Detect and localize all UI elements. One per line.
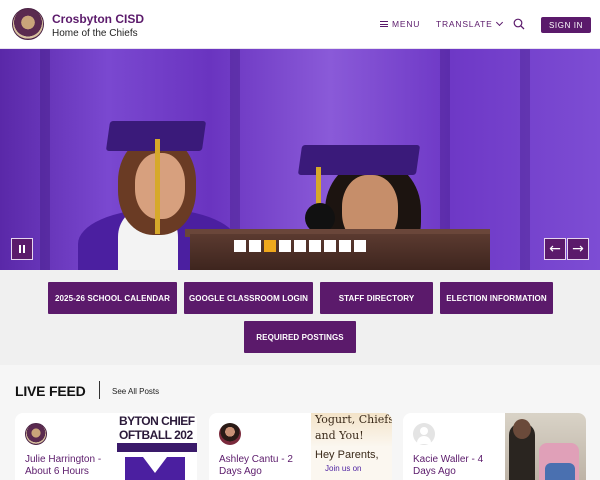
pause-slideshow-button[interactable] <box>11 238 33 260</box>
district-logo[interactable] <box>12 8 44 40</box>
google-classroom-button[interactable]: GOOGLE CLASSROOM LOGIN <box>184 282 313 314</box>
post-image-text: BYTON CHIEF OFTBALL 202 <box>119 414 195 442</box>
staff-directory-button[interactable]: STAFF DIRECTORY <box>320 282 433 314</box>
slide-indicator-dot[interactable] <box>309 240 321 252</box>
menu-button[interactable]: MENU <box>380 19 420 29</box>
curtain-fold <box>520 49 530 270</box>
curtain-fold <box>40 49 50 270</box>
slide-indicator-dot[interactable] <box>354 240 366 252</box>
translate-button[interactable]: TRANSLATE <box>436 18 503 29</box>
avatar <box>219 423 241 445</box>
post-author[interactable]: Ashley Cantu - 2 Days Ago <box>219 454 309 478</box>
site-header: Crosbyton CISD Home of the Chiefs MENU T… <box>0 0 600 49</box>
sign-in-button[interactable]: SIGN IN <box>541 17 591 33</box>
menu-label: MENU <box>392 19 421 29</box>
translate-label: TRANSLATE <box>436 19 493 29</box>
live-feed-section: LIVE FEED See All Posts Julie Harrington… <box>0 365 600 480</box>
chevron-down-icon <box>495 18 503 27</box>
post-image[interactable]: Yogurt, Chiefs and You! Hey Parents, Joi… <box>311 413 392 480</box>
jersey-graphic <box>125 457 185 480</box>
flyer-text: Hey Parents, <box>315 449 379 461</box>
default-user-icon <box>413 423 435 445</box>
feed-post-card[interactable]: Kacie Waller - 4 Days Ago <box>403 413 586 480</box>
see-all-posts-link[interactable]: See All Posts <box>112 387 159 396</box>
slide-indicator-dot[interactable] <box>339 240 351 252</box>
required-postings-button[interactable]: REQUIRED POSTINGS <box>244 321 356 353</box>
post-image-banner <box>117 443 197 452</box>
person-head <box>513 419 531 439</box>
post-author[interactable]: Julie Harrington - About 6 Hours <box>25 454 115 478</box>
election-information-button[interactable]: ELECTION INFORMATION <box>440 282 553 314</box>
post-author[interactable]: Kacie Waller - 4 Days Ago <box>413 454 503 478</box>
cap-tassel <box>155 139 160 234</box>
divider <box>99 381 100 399</box>
slide-indicator-dot[interactable] <box>279 240 291 252</box>
previous-slide-button[interactable]: ← <box>544 238 566 260</box>
live-feed-title: LIVE FEED <box>15 383 86 399</box>
next-slide-button[interactable]: → <box>567 238 589 260</box>
site-subtitle: Home of the Chiefs <box>52 28 138 39</box>
slide-indicator-dot[interactable] <box>264 240 276 252</box>
school-calendar-button[interactable]: 2025-26 SCHOOL CALENDAR <box>48 282 177 314</box>
flyer-text: and You! <box>315 429 364 442</box>
hero-slideshow <box>0 49 600 270</box>
quick-links-section: 2025-26 SCHOOL CALENDAR GOOGLE CLASSROOM… <box>0 270 600 365</box>
post-image[interactable] <box>505 413 586 480</box>
slide-indicators <box>234 240 366 252</box>
post-image[interactable]: BYTON CHIEF OFTBALL 202 <box>117 413 197 480</box>
site-title[interactable]: Crosbyton CISD <box>52 12 144 26</box>
slide-indicator-dot[interactable] <box>249 240 261 252</box>
flyer-text: Join us on <box>325 464 362 473</box>
slide-indicator-dot[interactable] <box>294 240 306 252</box>
slide-indicator-dot[interactable] <box>234 240 246 252</box>
person-graphic <box>545 463 575 480</box>
avatar <box>25 423 47 445</box>
slide-indicator-dot[interactable] <box>324 240 336 252</box>
pause-icon-bar <box>23 245 25 253</box>
feed-post-card[interactable]: Ashley Cantu - 2 Days Ago Yogurt, Chiefs… <box>209 413 392 480</box>
search-icon[interactable] <box>513 18 525 30</box>
pause-icon-bar <box>19 245 21 253</box>
flyer-text: Yogurt, Chiefs <box>315 413 392 426</box>
feed-post-card[interactable]: Julie Harrington - About 6 Hours BYTON C… <box>15 413 197 480</box>
graduate-face <box>135 153 185 219</box>
hamburger-icon <box>380 21 388 27</box>
